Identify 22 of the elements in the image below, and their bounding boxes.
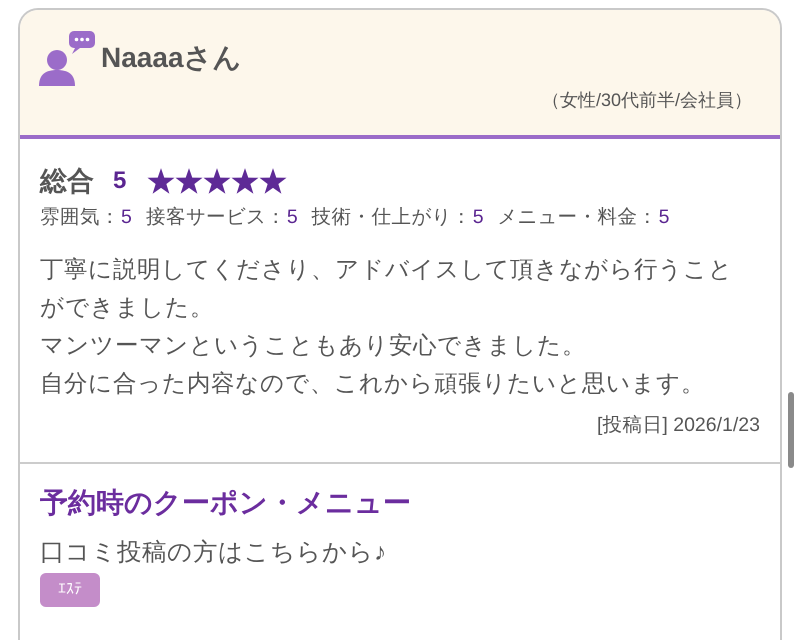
- sub-rating: 技術・仕上がり：5: [312, 205, 484, 230]
- review-text: 丁寧に説明してくださり、アドバイスして頂きながら行うことができました。: [40, 255, 734, 322]
- rating-score: 5: [113, 166, 126, 196]
- review-text: 自分に合った内容なので、これから頑張りたいと思います。: [40, 369, 706, 398]
- sub-rating: 接客サービス：5: [146, 205, 298, 230]
- coupon-text: 口コミ投稿の方はこちらから♪: [40, 538, 386, 568]
- star-icon: [231, 168, 260, 194]
- star-icon: [259, 168, 288, 194]
- category-tag: ｴｽﾃ: [40, 573, 100, 607]
- scrollbar-thumb[interactable]: [788, 392, 794, 468]
- star-icon: [175, 168, 204, 194]
- person-speech-icon: [38, 30, 96, 86]
- star-icon: [203, 168, 232, 194]
- post-date: [投稿日] 2026/1/23: [596, 413, 760, 438]
- sub-rating: メニュー・料金：5: [498, 205, 670, 230]
- coupon-heading: 予約時のクーポン・メニュー: [40, 486, 411, 520]
- review-text: マンツーマンということもあり安心できました。: [40, 331, 587, 360]
- reviewer-profile: （女性/30代前半/会社員）: [542, 89, 752, 112]
- reviewer-name: Naaaaさん: [101, 42, 242, 74]
- rating-label: 総合: [40, 165, 94, 198]
- sub-rating: 雰囲気：5: [40, 205, 132, 230]
- star-icon: [147, 168, 176, 194]
